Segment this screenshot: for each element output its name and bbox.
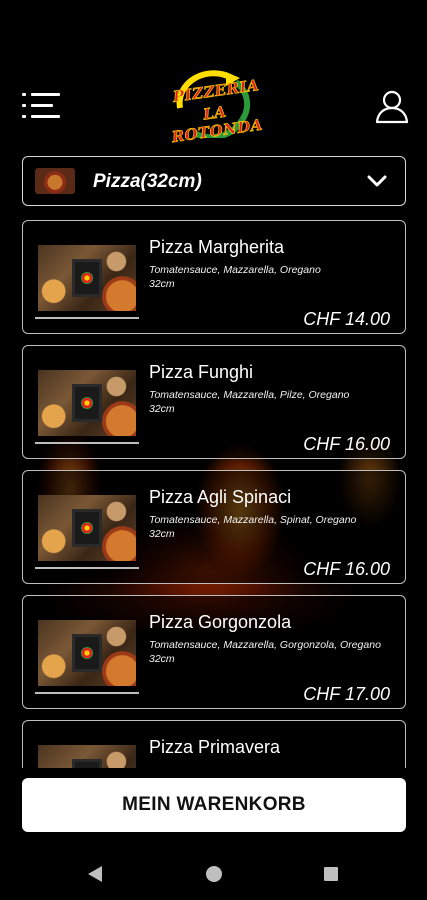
product-ingredients: Tomatensauce, Mazzarella, Pilze, Oregano [149, 389, 350, 401]
system-navigation-bar [0, 852, 427, 900]
product-card[interactable]: Pizza Funghi Tomatensauce, Mazzarella, P… [22, 345, 406, 459]
image-underline [35, 442, 139, 444]
recent-apps-icon[interactable] [324, 867, 338, 881]
product-description: Tomatensauce, Mazzarella, Oregano 32cm [149, 263, 399, 291]
product-description: Tomatensauce, Mazzarella, Pilze, Oregano… [149, 388, 399, 416]
product-card[interactable]: Pizza Gorgonzola Tomatensauce, Mazzarell… [22, 595, 406, 709]
pizzeria-logo: PIZZERIA LA ROTONDA [162, 68, 270, 147]
product-name: Pizza Margherita [149, 237, 285, 257]
home-icon[interactable] [206, 866, 222, 882]
pizza-thumbnail [35, 168, 75, 194]
product-price: CHF 17.00 [303, 684, 390, 704]
product-size: 32cm [149, 528, 175, 540]
product-price: CHF 14.00 [303, 309, 390, 329]
app-screen: PIZZERIA LA ROTONDA Pizza(32cm) Pizza Ma… [0, 0, 427, 900]
product-size: 32cm [149, 653, 175, 665]
user-icon[interactable] [374, 88, 410, 124]
product-name: Pizza Primavera [149, 737, 281, 757]
product-price: CHF 16.00 [303, 559, 390, 579]
product-name: Pizza Gorgonzola [149, 612, 292, 632]
product-price: CHF 16.00 [303, 434, 390, 454]
product-name: Pizza Agli Spinaci [149, 487, 292, 507]
image-underline [35, 567, 139, 569]
product-description: Tomatensauce, Mazzarella, Gorgonzola, Or… [149, 638, 399, 666]
product-image [38, 370, 136, 436]
product-list[interactable]: Pizza Margherita Tomatensauce, Mazzarell… [22, 220, 406, 768]
product-card[interactable]: Pizza Primavera [22, 720, 406, 768]
menu-icon[interactable] [22, 91, 60, 121]
product-image [38, 745, 136, 768]
product-image [38, 495, 136, 561]
product-card[interactable]: Pizza Agli Spinaci Tomatensauce, Mazzare… [22, 470, 406, 584]
image-underline [35, 692, 139, 694]
product-name: Pizza Funghi [149, 362, 254, 382]
product-description: Tomatensauce, Mazzarella, Spinat, Oregan… [149, 513, 399, 541]
back-icon[interactable] [88, 866, 102, 882]
product-ingredients: Tomatensauce, Mazzarella, Gorgonzola, Or… [149, 639, 381, 651]
product-ingredients: Tomatensauce, Mazzarella, Oregano [149, 264, 321, 276]
image-underline [35, 317, 139, 319]
product-card[interactable]: Pizza Margherita Tomatensauce, Mazzarell… [22, 220, 406, 334]
product-image [38, 620, 136, 686]
chevron-down-icon[interactable] [367, 172, 387, 190]
cart-button[interactable]: MEIN WARENKORB [22, 778, 406, 832]
product-size: 32cm [149, 403, 175, 415]
product-ingredients: Tomatensauce, Mazzarella, Spinat, Oregan… [149, 514, 357, 526]
product-size: 32cm [149, 278, 175, 290]
category-label: Pizza(32cm) [93, 171, 202, 192]
category-dropdown[interactable]: Pizza(32cm) [22, 156, 406, 206]
product-image [38, 245, 136, 311]
